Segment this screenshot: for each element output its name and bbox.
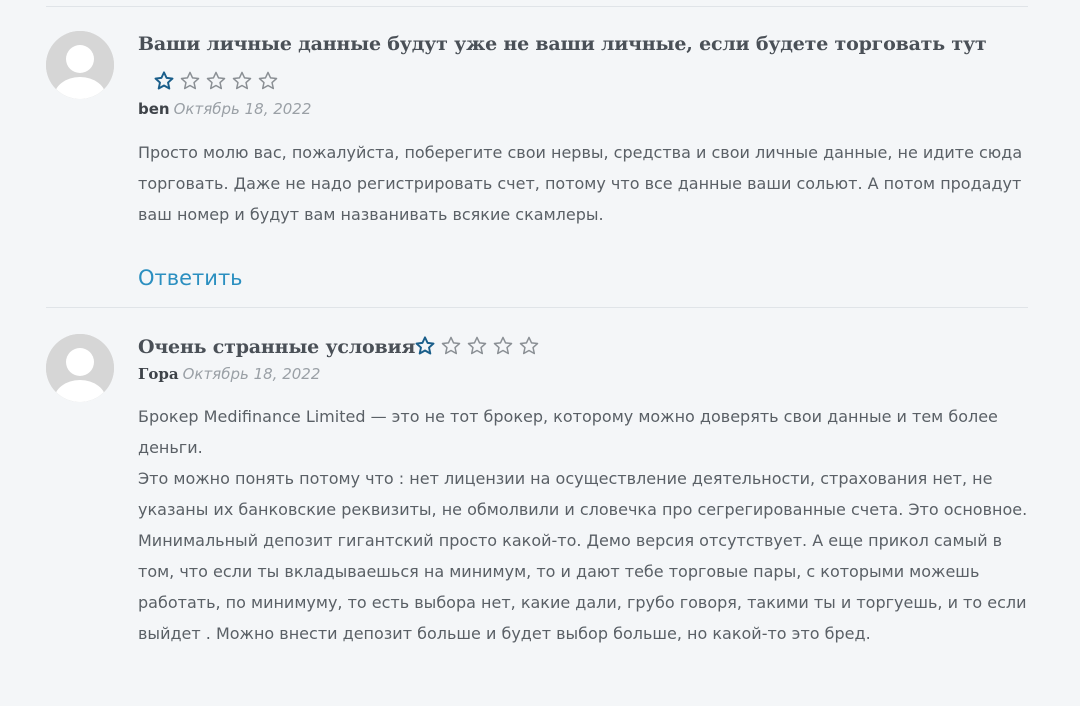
comment-meta: Гора Октябрь 18, 2022 — [138, 365, 320, 383]
comment-paragraph: Минимальный депозит гигантский просто ка… — [138, 531, 1027, 643]
comment-title: Очень странные условия — [138, 336, 416, 358]
star-icon-empty — [519, 336, 539, 355]
comment-date: Октябрь 18, 2022 — [182, 365, 321, 383]
rating-stars — [414, 335, 540, 357]
star-icon-empty — [441, 336, 461, 355]
comment-paragraph: Брокер Medifinance Limited — это не тот … — [138, 407, 998, 457]
star-icon-empty — [493, 336, 513, 355]
comment-body: Брокер Medifinance Limited — это не тот … — [138, 401, 1038, 649]
star-icon-empty — [467, 336, 487, 355]
comment-2: Очень странные условия Гора Октябрь 18, 2… — [0, 0, 1080, 706]
star-icon-filled — [415, 336, 435, 355]
comment-author[interactable]: Гора — [138, 365, 179, 383]
avatar — [46, 334, 114, 402]
comment-paragraph: Это можно понять потому что : нет лиценз… — [138, 469, 1028, 519]
default-user-avatar-icon — [46, 334, 114, 402]
